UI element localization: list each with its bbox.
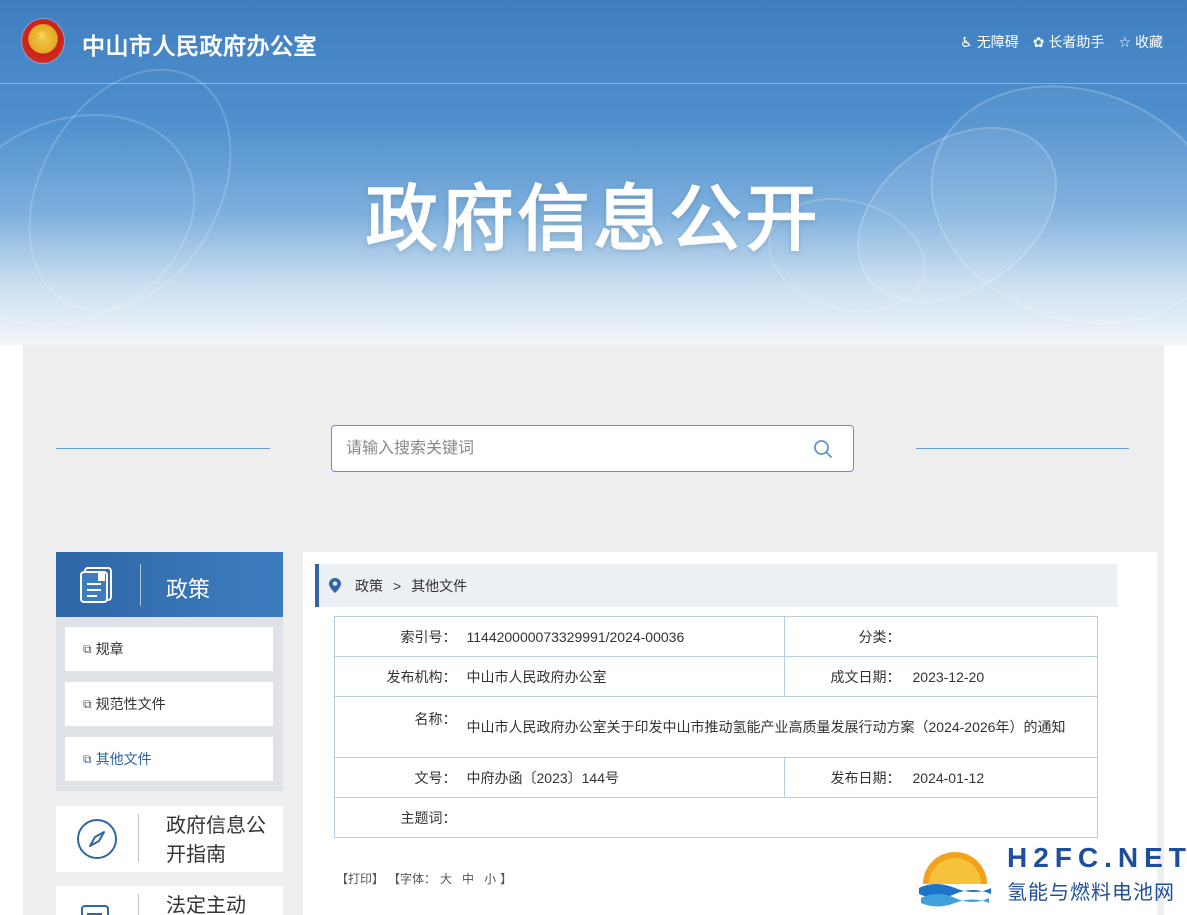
file-icon xyxy=(81,905,109,915)
keywords-label: 主题词： xyxy=(334,797,461,838)
index-value: 114420000073329991/2024-00036 xyxy=(460,616,785,657)
publish-date-value: 2024-01-12 xyxy=(904,757,1098,798)
title-value: 中山市人民政府办公室关于印发中山市推动氢能产业高质量发展行动方案（2024-20… xyxy=(466,719,1066,735)
h2fc-logo-icon xyxy=(919,852,991,907)
elderly-assistant-link[interactable]: ✿ 长者助手 xyxy=(1033,32,1105,52)
table-row: 主题词： xyxy=(334,797,1098,838)
document-meta-table: 索引号： 114420000073329991/2024-00036 分类： 发… xyxy=(334,616,1098,838)
search-decor-line xyxy=(56,448,270,449)
breadcrumb-link-policy[interactable]: 政策 xyxy=(355,576,383,596)
breadcrumb: 政策 > 其他文件 xyxy=(315,564,1117,607)
sidebar-header[interactable]: 政策 xyxy=(56,552,283,617)
page-icon: ⧉ xyxy=(83,641,92,656)
header-divider xyxy=(0,83,1187,84)
card-label: 政府信息公开指南 xyxy=(166,815,266,866)
font-small-button[interactable]: 小 xyxy=(484,870,496,887)
sidebar-title: 政策 xyxy=(166,577,211,602)
wheelchair-icon: ♿ xyxy=(960,33,973,50)
search-input[interactable] xyxy=(346,426,806,471)
header-banner: ★ 中山市人民政府办公室 ♿ 无障碍 ✿ 长者助手 ☆ 收藏 政府信息公开 xyxy=(0,0,1187,345)
table-row: 发布机构： 中山市人民政府办公室 成文日期： 2023-12-20 xyxy=(334,656,1098,697)
card-divider xyxy=(138,894,139,915)
publish-date-label: 发布日期： xyxy=(784,757,905,798)
hero-title: 政府信息公开 xyxy=(365,177,822,261)
national-emblem-icon[interactable]: ★ xyxy=(22,19,64,63)
keywords-value xyxy=(460,797,1098,838)
star-icon: ☆ xyxy=(1118,33,1131,50)
table-row: 索引号： 114420000073329991/2024-00036 分类： xyxy=(334,616,1098,657)
created-date-value: 2023-12-20 xyxy=(904,656,1098,697)
sidebar-item-other-docs[interactable]: ⧉ 其他文件 xyxy=(65,737,273,781)
document-icon xyxy=(80,567,112,603)
font-size-prefix: 【字体： xyxy=(388,872,437,886)
breadcrumb-link-other-docs[interactable]: 其他文件 xyxy=(411,576,467,596)
table-row: 文号： 中府办函〔2023〕144号 发布日期： 2024-01-12 xyxy=(334,757,1098,798)
page-icon: ⧉ xyxy=(83,696,92,711)
sidebar-card-disclosure-guide[interactable]: 政府信息公开指南 xyxy=(56,806,283,872)
elderly-icon: ✿ xyxy=(1032,33,1045,50)
location-pin-icon xyxy=(329,578,341,593)
search-decor-line xyxy=(916,448,1129,449)
site-title[interactable]: 中山市人民政府办公室 xyxy=(82,27,317,61)
search-icon[interactable] xyxy=(813,439,833,459)
print-button[interactable]: 【打印】 xyxy=(336,870,384,887)
chevron-right-icon: > xyxy=(393,577,402,594)
page-icon: ⧉ xyxy=(83,751,92,766)
card-divider xyxy=(138,814,139,862)
index-label: 索引号： xyxy=(334,616,461,657)
sidebar-item-label: 规范性文件 xyxy=(95,696,166,712)
accessibility-label: 无障碍 xyxy=(976,34,1019,50)
watermark-en: H2FC.NET xyxy=(1007,842,1187,873)
sidebar-item-normative-docs[interactable]: ⧉ 规范性文件 xyxy=(65,682,273,726)
search-box xyxy=(331,425,854,472)
sidebar-card-statutory[interactable]: 法定主动 xyxy=(56,886,283,915)
publisher-label: 发布机构： xyxy=(334,656,461,697)
sidebar-header-divider xyxy=(140,564,141,606)
watermark-cn: 氢能与燃料电池网 xyxy=(1007,882,1175,904)
category-value xyxy=(904,616,1098,657)
created-date-label: 成文日期： xyxy=(784,656,905,697)
font-large-button[interactable]: 大 xyxy=(440,870,452,887)
doc-number-value: 中府办函〔2023〕144号 xyxy=(460,757,785,798)
sidebar-item-label: 规章 xyxy=(95,641,124,657)
card-label: 法定主动 xyxy=(166,895,246,915)
font-size-suffix: 】 xyxy=(500,872,513,886)
title-label: 名称： xyxy=(334,696,461,758)
sidebar-list: ⧉ 规章 ⧉ 规范性文件 ⧉ 其他文件 xyxy=(56,617,283,791)
article-tools: 【打印】 【字体： 大 中 小 】 xyxy=(336,870,512,887)
sidebar-item-label: 其他文件 xyxy=(95,751,152,767)
category-label: 分类： xyxy=(784,616,905,657)
doc-number-label: 文号： xyxy=(334,757,461,798)
font-medium-button[interactable]: 中 xyxy=(462,870,474,887)
top-links: ♿ 无障碍 ✿ 长者助手 ☆ 收藏 xyxy=(960,32,1163,52)
table-row: 名称： 中山市人民政府办公室关于印发中山市推动氢能产业高质量发展行动方案（202… xyxy=(334,696,1098,758)
title-cell: 中山市人民政府办公室关于印发中山市推动氢能产业高质量发展行动方案（2024-20… xyxy=(460,696,1098,758)
accessibility-link[interactable]: ♿ 无障碍 xyxy=(960,32,1019,52)
elderly-assistant-label: 长者助手 xyxy=(1048,34,1105,50)
favorite-label: 收藏 xyxy=(1135,34,1163,50)
compass-icon xyxy=(77,819,117,859)
publisher-value: 中山市人民政府办公室 xyxy=(460,656,785,697)
watermark: H2FC.NET 氢能与燃料电池网 xyxy=(915,836,1187,915)
favorite-link[interactable]: ☆ 收藏 xyxy=(1118,32,1163,52)
main-panel: 政策 ⧉ 规章 ⧉ 规范性文件 ⧉ 其他文件 政府信息公开指南 法定主动 xyxy=(23,345,1164,915)
sidebar-item-regulations[interactable]: ⧉ 规章 xyxy=(65,627,273,671)
